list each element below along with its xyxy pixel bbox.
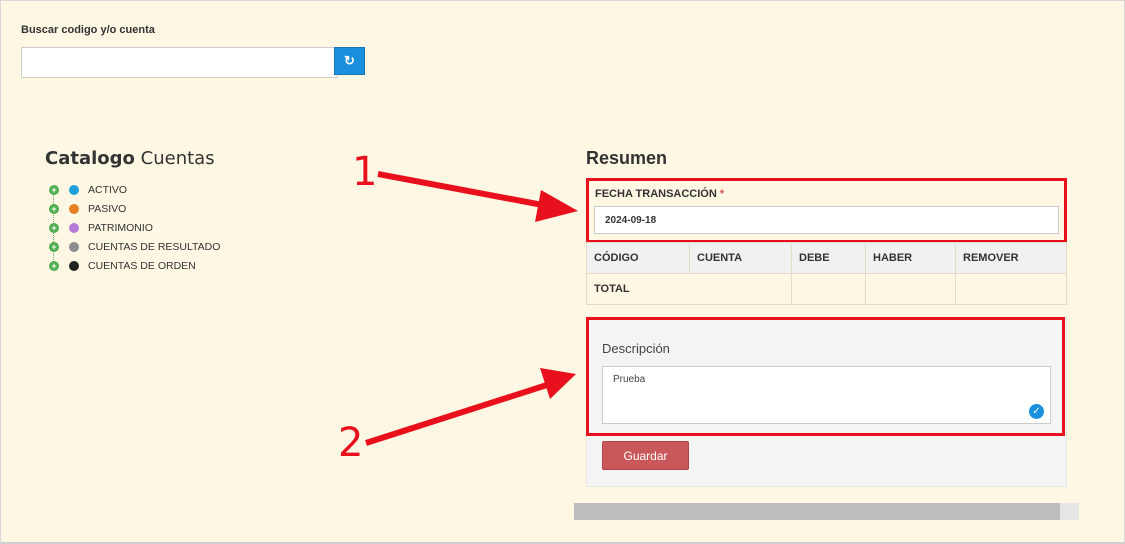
arrow-2-line	[365, 381, 551, 446]
arrow-2-head	[540, 368, 576, 399]
annotation-number-1: 1	[352, 149, 378, 195]
arrow-1-line	[377, 171, 549, 209]
annotation-number-2: 2	[338, 420, 364, 466]
annotation-arrows	[365, 171, 578, 446]
arrow-1-head	[535, 190, 578, 222]
